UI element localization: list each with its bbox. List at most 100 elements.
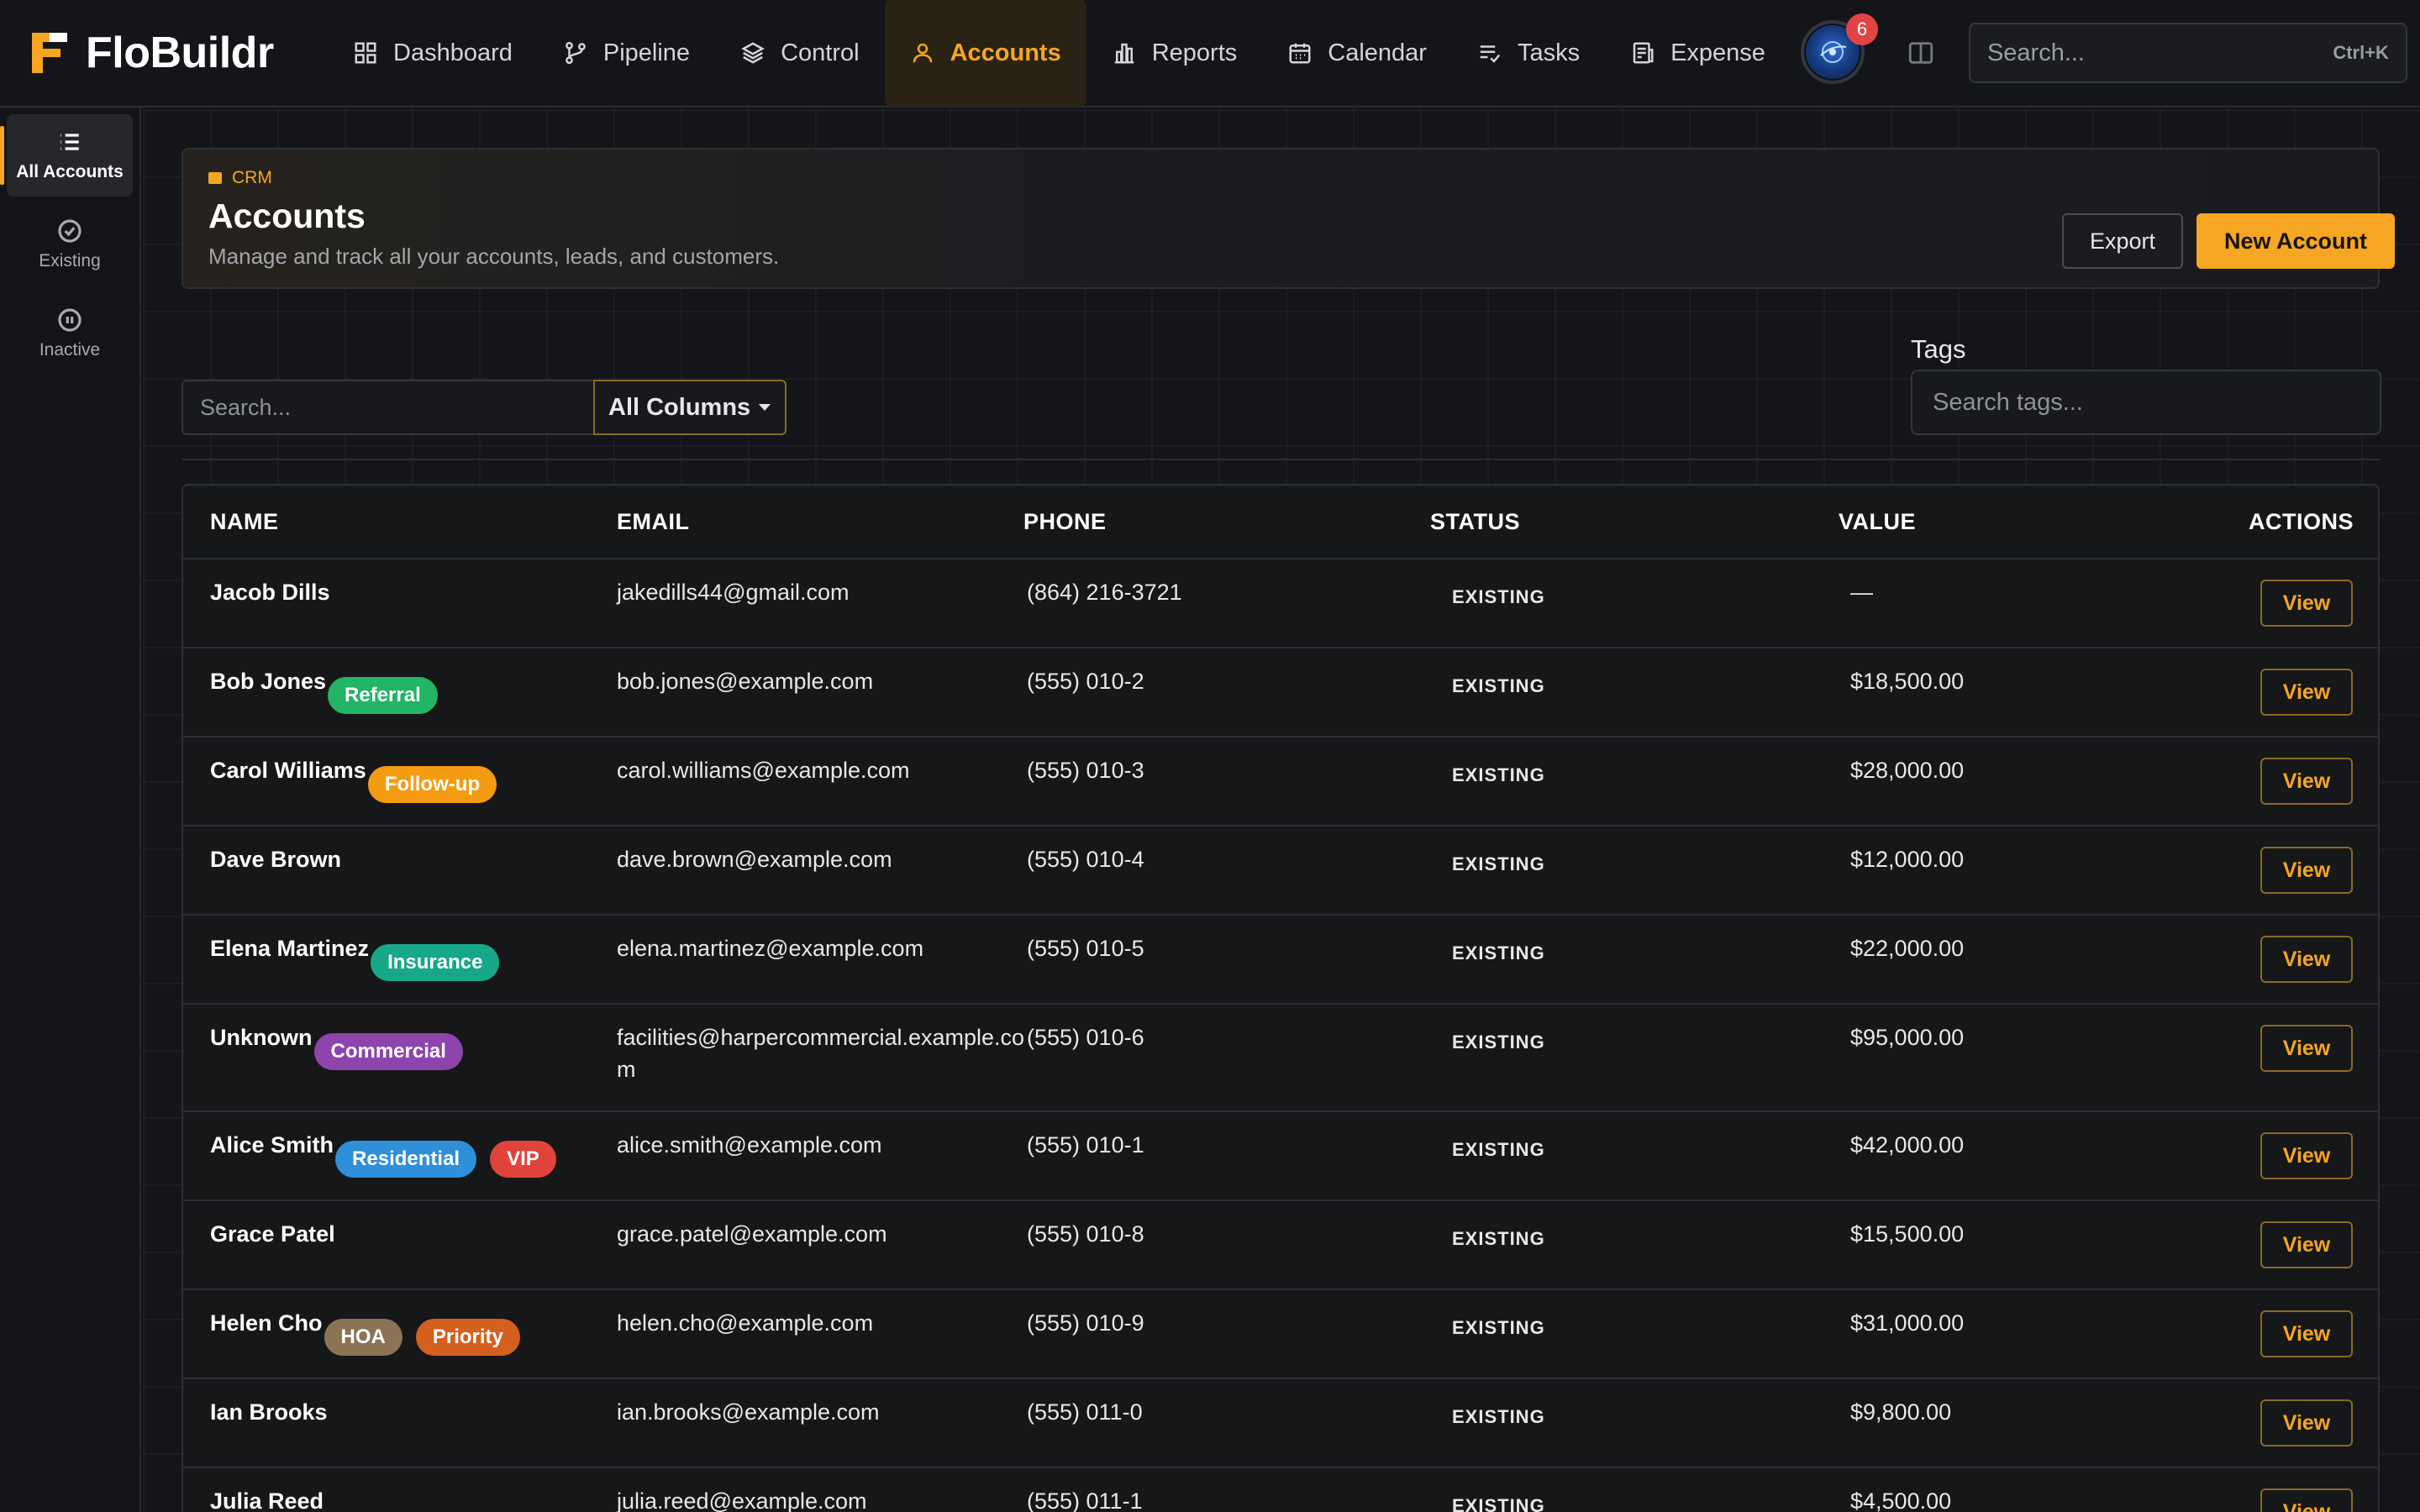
email-cell: facilities@harpercommercial.example.com	[617, 1025, 1025, 1082]
main-nav: Dashboard Pipeline Control Accounts Repo…	[328, 0, 1791, 107]
account-name[interactable]: Helen Cho	[210, 1310, 323, 1336]
global-search-input[interactable]	[1986, 39, 2290, 67]
nav-item-accounts[interactable]: Accounts	[884, 0, 1086, 107]
nav-item-expense[interactable]: Expense	[1605, 0, 1791, 107]
phone-cell: (555) 010-9	[1027, 1310, 1144, 1336]
account-name[interactable]: Ian Brooks	[210, 1399, 328, 1425]
view-button[interactable]: View	[2260, 1132, 2353, 1179]
view-button[interactable]: View	[2260, 1025, 2353, 1072]
status-badge: EXISTING	[1452, 1228, 1545, 1249]
user-icon	[913, 43, 932, 63]
new-account-button[interactable]: New Account	[2196, 213, 2395, 269]
phone-cell: (555) 010-8	[1027, 1221, 1144, 1247]
nav-item-reports[interactable]: Reports	[1086, 0, 1263, 107]
panel-toggle-button[interactable]	[1895, 27, 1947, 79]
export-button[interactable]: Export	[2062, 213, 2183, 269]
view-button[interactable]: View	[2260, 669, 2353, 716]
nav-item-pipeline[interactable]: Pipeline	[538, 0, 715, 107]
table-row[interactable]: Bob Jones Referral bob.jones@example.com (5…	[183, 648, 2378, 738]
account-name[interactable]: Carol Williams	[210, 758, 366, 784]
account-name[interactable]: Jacob Dills	[210, 580, 330, 606]
list-icon	[60, 134, 79, 150]
account-name[interactable]: Bob Jones	[210, 669, 326, 695]
brand[interactable]: FloBuildr	[0, 0, 328, 107]
account-name-cell: Julia Reed	[210, 1488, 324, 1512]
accounts-table: NAME EMAIL PHONE STATUS VALUE ACTIONS Ja…	[182, 484, 2380, 1512]
tag-badge: VIP	[490, 1141, 556, 1178]
divider	[182, 459, 2380, 460]
table-row[interactable]: Grace Patel grace.patel@example.com (555) …	[183, 1201, 2378, 1290]
view-button[interactable]: View	[2260, 1310, 2353, 1357]
table-header: NAME EMAIL PHONE STATUS VALUE ACTIONS	[183, 486, 2378, 559]
account-name[interactable]: Unknown	[210, 1025, 313, 1051]
sidebar-item-inactive[interactable]: Inactive	[7, 292, 133, 375]
account-name[interactable]: Grace Patel	[210, 1221, 335, 1247]
nav-label: Pipeline	[602, 39, 691, 66]
main-content: CRM Accounts Manage and track all your a…	[143, 109, 2420, 1512]
view-button[interactable]: View	[2260, 758, 2353, 805]
tag-badge: Follow-up	[367, 766, 497, 803]
view-button[interactable]: View	[2260, 1488, 2353, 1512]
nav-label: Accounts	[950, 39, 1061, 66]
status-badge: EXISTING	[1452, 1406, 1545, 1427]
calendar-icon	[1289, 43, 1311, 64]
column-header-email[interactable]: EMAIL	[617, 509, 690, 535]
shortcut-hint: Ctrl+K	[2333, 42, 2389, 63]
account-name-cell: Unknown Commercial	[210, 1025, 463, 1070]
tags-search-input[interactable]	[1911, 370, 2381, 435]
value-cell: $31,000.00	[1850, 1310, 1965, 1336]
email-cell: carol.williams@example.com	[617, 758, 910, 783]
column-header-status[interactable]: STATUS	[1430, 509, 1520, 535]
account-name[interactable]: Julia Reed	[210, 1488, 324, 1512]
value-cell: $42,000.00	[1850, 1132, 1965, 1158]
receipt-icon	[1633, 42, 1654, 64]
column-header-phone[interactable]: PHONE	[1023, 509, 1107, 535]
table-row[interactable]: Alice Smith Residential VIP alice.smith@exa…	[183, 1112, 2378, 1201]
nav-label: Reports	[1151, 39, 1238, 66]
sidebar-item-existing[interactable]: Existing	[7, 203, 133, 286]
account-name-cell: Ian Brooks	[210, 1399, 328, 1425]
view-button[interactable]: View	[2260, 1399, 2353, 1446]
table-row[interactable]: Unknown Commercial facilities@harpercommer…	[183, 1005, 2378, 1112]
view-button[interactable]: View	[2260, 580, 2353, 627]
phone-cell: (555) 011-1	[1027, 1488, 1143, 1512]
account-name[interactable]: Dave Brown	[210, 847, 341, 873]
table-row[interactable]: Elena Martinez Insurance elena.martinez@ex…	[183, 916, 2378, 1005]
table-row[interactable]: Ian Brooks ian.brooks@example.com (555) 01…	[183, 1379, 2378, 1468]
nav-item-dashboard[interactable]: Dashboard	[328, 0, 538, 107]
phone-cell: (555) 010-5	[1027, 936, 1144, 961]
status-badge: EXISTING	[1452, 764, 1545, 785]
nav-item-tasks[interactable]: Tasks	[1452, 0, 1605, 107]
notification-badge: 6	[1845, 13, 1878, 45]
table-row[interactable]: Jacob Dills jakedills44@gmail.com (864) 21…	[183, 559, 2378, 648]
account-name[interactable]: Elena Martinez	[210, 936, 369, 962]
table-row[interactable]: Julia Reed julia.reed@example.com (555) 01…	[183, 1468, 2378, 1512]
value-cell: $18,500.00	[1850, 669, 1965, 694]
app-name: FloBuildr	[86, 29, 274, 77]
table-row[interactable]: Carol Williams Follow-up carol.williams@ex…	[183, 738, 2378, 827]
email-cell: julia.reed@example.com	[617, 1488, 867, 1512]
table-row[interactable]: Helen Cho HOA Priority helen.cho@example.co…	[183, 1290, 2378, 1379]
global-search[interactable]: Ctrl+K	[1968, 23, 2407, 83]
nav-label: Control	[781, 39, 860, 66]
user-avatar-button[interactable]: 6	[1800, 13, 1878, 86]
email-cell: dave.brown@example.com	[617, 847, 892, 872]
nav-item-calendar[interactable]: Calendar	[1262, 0, 1452, 107]
value-cell: $4,500.00	[1850, 1488, 1952, 1512]
view-button[interactable]: View	[2260, 936, 2353, 983]
email-cell: alice.smith@example.com	[617, 1132, 882, 1158]
nav-item-control[interactable]: Control	[715, 0, 885, 107]
column-filter-select[interactable]: All Columns	[593, 380, 786, 435]
status-badge: EXISTING	[1452, 586, 1545, 607]
account-name[interactable]: Alice Smith	[210, 1132, 334, 1158]
sidebar-item-all-accounts[interactable]: All Accounts	[0, 114, 133, 197]
column-header-value[interactable]: VALUE	[1839, 509, 1916, 535]
view-button[interactable]: View	[2260, 1221, 2353, 1268]
column-header-name[interactable]: NAME	[210, 509, 279, 535]
value-cell: $95,000.00	[1850, 1025, 1965, 1050]
sidebar-item-label: Existing	[39, 251, 101, 270]
phone-cell: (555) 011-0	[1027, 1399, 1143, 1425]
table-row[interactable]: Dave Brown dave.brown@example.com (555) 01…	[183, 827, 2378, 916]
view-button[interactable]: View	[2260, 847, 2353, 894]
table-search-input[interactable]	[182, 380, 593, 435]
